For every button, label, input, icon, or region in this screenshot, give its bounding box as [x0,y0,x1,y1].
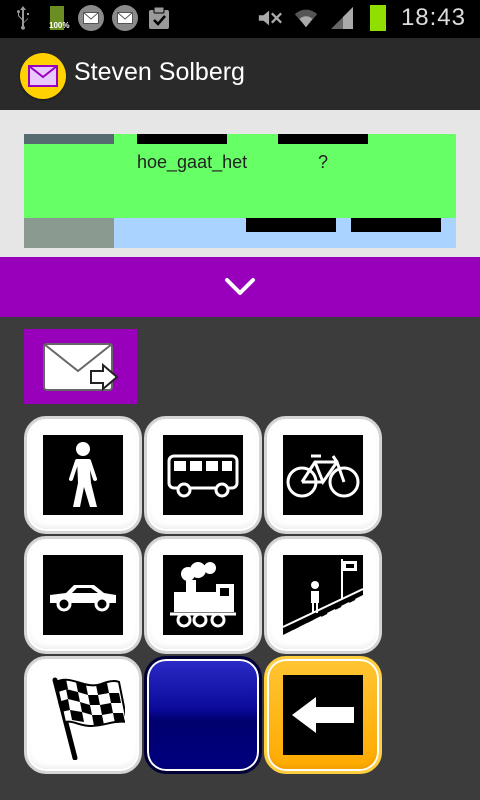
car-icon [43,555,123,635]
back-button[interactable] [264,656,382,774]
pictogram-fragment [351,218,441,232]
send-mail-icon [42,342,119,391]
status-bar: 100% 18:43 [0,0,480,38]
pictogram-fragment [278,134,368,144]
message-panel[interactable]: hoe_gaat_het ? [0,110,480,257]
train-icon [163,555,243,635]
envelope-icon[interactable] [20,53,66,99]
pictogram-fragment [246,218,336,232]
checkered-flag-icon [52,677,125,760]
message-word: ? [318,152,329,172]
action-bar: Steven Solberg [0,38,480,110]
usb-icon [10,5,36,31]
tile-bus-stop[interactable] [264,536,382,654]
message-row[interactable] [24,218,456,248]
tile-blank[interactable] [144,656,262,774]
bus-stop-icon [283,555,363,635]
pedestrian-icon [43,435,123,515]
photo-thumbnail [24,134,114,144]
photo-thumbnail [24,218,114,248]
pictogram-fragment [137,134,227,144]
arrow-left-icon [283,675,363,755]
chevron-down-icon [225,278,255,295]
page-title: Steven Solberg [74,58,245,86]
battery-icon [365,5,391,31]
clipboard-check-icon [146,5,172,31]
message-word: hoe_gaat_het [137,152,248,172]
bus-icon [163,435,243,515]
signal-icon [329,5,355,31]
wifi-icon [293,5,319,31]
battery-percent-label: 100% [49,21,70,30]
message-row[interactable]: hoe_gaat_het ? [24,134,456,218]
tile-bus[interactable] [144,416,262,534]
mail-notification-icon [78,5,104,31]
clock: 18:43 [400,4,466,31]
battery-icon: 100% [44,5,70,31]
mute-icon [257,5,283,31]
expand-bar[interactable] [0,257,480,317]
tile-bicycle[interactable] [264,416,382,534]
tile-walk[interactable] [24,416,142,534]
tile-car[interactable] [24,536,142,654]
bicycle-icon [283,435,363,515]
send-button[interactable] [24,329,137,404]
mail-notification-icon [112,5,138,31]
tile-train[interactable] [144,536,262,654]
tile-finish[interactable] [24,656,142,774]
